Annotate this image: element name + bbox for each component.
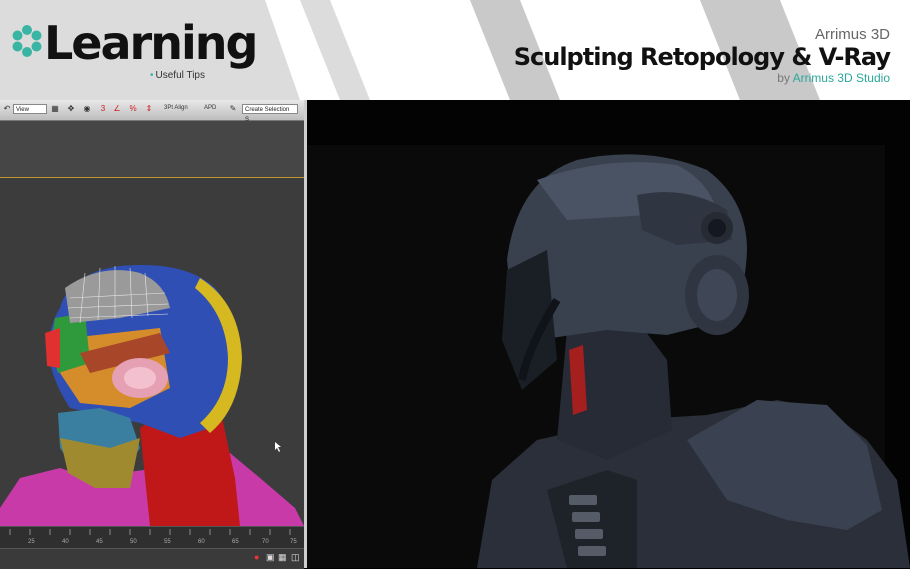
timeline-tick-label: 75 xyxy=(290,539,297,545)
angle-snap-icon[interactable]: ∠ xyxy=(112,104,122,114)
asterisk-icon xyxy=(12,25,42,57)
logo-tagline: • Useful Tips xyxy=(150,70,205,81)
timeline-ticks xyxy=(9,529,291,535)
timeline-tick-label: 45 xyxy=(96,539,103,545)
timeline-tick-label: 50 xyxy=(130,539,137,545)
studio-name: Arrimus 3D Studio xyxy=(792,71,890,85)
pin-icon[interactable]: ● xyxy=(254,552,259,562)
selection-set-dropdown[interactable]: Create Selection S xyxy=(242,104,298,123)
lock-icon[interactable]: ▣ xyxy=(266,552,275,563)
apd-button[interactable]: APD xyxy=(204,105,216,111)
grid-icon[interactable]: ▦ xyxy=(278,552,287,563)
bullet-icon: • xyxy=(150,70,154,81)
timeline-tick-label: 55 xyxy=(164,539,171,545)
rotate-icon[interactable]: ◉ xyxy=(82,104,92,114)
timeline-tick-label: 25 xyxy=(28,539,35,545)
logo-tagline-text: Useful Tips xyxy=(155,70,205,81)
selection-lock-icon[interactable]: ◫ xyxy=(291,552,300,563)
3d-app-window: ↶ View ▦ ✥ ◉ 3 ∠ % ⇕ 3Pt Align APD ✎ Cre… xyxy=(0,100,304,569)
snap-3d-icon[interactable]: 3 xyxy=(98,104,108,114)
edit-named-selection-icon[interactable]: ✎ xyxy=(228,104,238,114)
polypaint-head-model xyxy=(0,264,304,526)
logo-wordmark: Learning xyxy=(44,16,258,70)
byline: by Arrimus 3D Studio xyxy=(514,71,890,85)
status-bar: ● ▣ ▦ ◫ xyxy=(0,548,304,569)
move-icon[interactable]: ✥ xyxy=(66,104,76,114)
main-toolbar: ↶ View ▦ ✥ ◉ 3 ∠ % ⇕ 3Pt Align APD ✎ Cre… xyxy=(0,100,304,123)
header-banner: Learning • Useful Tips Arrimus 3D Sculpti… xyxy=(0,0,910,100)
3d-viewport[interactable] xyxy=(0,178,304,526)
undo-icon[interactable]: ↶ xyxy=(2,104,12,114)
view-dropdown[interactable]: View xyxy=(13,104,47,114)
vray-render-view xyxy=(307,100,910,568)
ribbon-panel xyxy=(0,121,304,178)
byline-prefix: by xyxy=(777,71,790,85)
course-title: Sculpting Retopology & V-Ray xyxy=(513,43,891,71)
select-object-icon[interactable]: ▦ xyxy=(50,104,60,114)
three-point-align-button[interactable]: 3Pt Align xyxy=(164,105,188,111)
percent-snap-icon[interactable]: % xyxy=(128,104,138,114)
timeline-slider[interactable]: 25 40 45 50 55 60 65 70 75 xyxy=(0,526,304,549)
timeline-tick-label: 70 xyxy=(262,539,269,545)
robot-head-render xyxy=(307,145,910,568)
spinner-snap-icon[interactable]: ⇕ xyxy=(144,104,154,114)
timeline-tick-label: 40 xyxy=(62,539,69,545)
timeline-tick-label: 60 xyxy=(198,539,205,545)
timeline-tick-label: 65 xyxy=(232,539,239,545)
course-title-block: Arrimus 3D Sculpting Retopology & V-Ray … xyxy=(513,26,891,86)
brand-name: Arrimus 3D xyxy=(814,26,890,43)
